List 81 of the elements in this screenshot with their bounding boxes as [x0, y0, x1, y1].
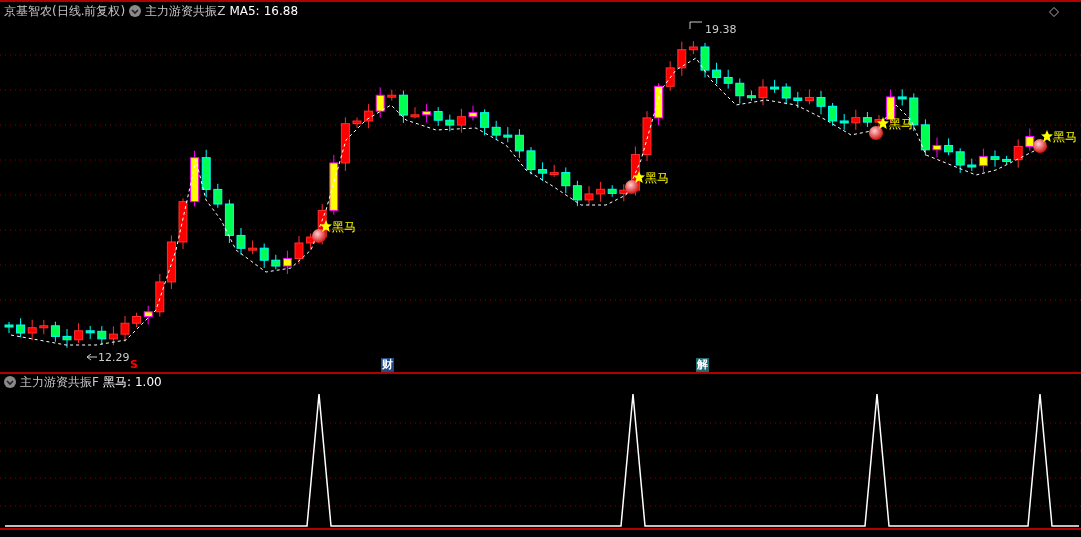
star-icon [877, 117, 889, 129]
candlestick [433, 106, 443, 127]
candlestick [236, 227, 246, 256]
ma-label: MA5: [229, 3, 260, 20]
candlestick [932, 137, 942, 159]
candlestick [480, 108, 490, 136]
ma-value: 16.88 [263, 3, 299, 20]
candlestick [572, 180, 582, 207]
candlestick [561, 166, 571, 194]
diamond-icon[interactable] [1049, 7, 1059, 17]
candlestick [828, 102, 838, 127]
candlestick [143, 305, 153, 325]
sphere-icon [1033, 139, 1047, 153]
candlestick [329, 154, 339, 216]
candlestick [97, 325, 107, 346]
candlestick [155, 273, 165, 318]
candlestick [712, 62, 722, 85]
candlestick [944, 137, 954, 156]
candlestick [120, 315, 130, 343]
signal-label: 黑马 [1053, 129, 1077, 146]
signal-label: 黑马 [332, 219, 356, 236]
event-marker[interactable]: 财 [381, 358, 394, 372]
candlestick [294, 235, 304, 265]
sphere-icon [625, 180, 639, 194]
candlestick [955, 147, 965, 174]
candlestick [491, 120, 501, 141]
candlestick [665, 60, 675, 92]
candlestick [526, 146, 536, 175]
sphere-icon [869, 126, 883, 140]
candlestick [132, 312, 142, 328]
candlestick [39, 319, 49, 335]
candlestick [700, 42, 710, 78]
signal-label: 黑马 [645, 170, 669, 187]
sphere-icon [312, 229, 326, 243]
candlestick [642, 110, 652, 162]
sub-value-label: 黑马: [102, 374, 131, 391]
candlestick [50, 321, 60, 343]
candlestick [816, 90, 826, 115]
candlestick [422, 103, 432, 124]
sub-value: 1.00 [134, 374, 162, 391]
low-price-label: 12.29 [98, 350, 130, 366]
candlestick [468, 105, 478, 121]
candlestick [62, 328, 72, 349]
candlestick [16, 317, 26, 338]
indicator-name: 主力游资共振Z [145, 3, 226, 20]
dropdown-icon[interactable] [4, 376, 16, 388]
candlestick [190, 150, 200, 207]
low-arrow-icon [86, 353, 98, 361]
candlestick [920, 118, 930, 157]
candlestick [758, 78, 768, 106]
candlestick [1025, 128, 1035, 152]
star-icon [633, 171, 645, 183]
candlestick [166, 234, 176, 290]
dropdown-icon[interactable] [129, 5, 142, 17]
candlestick [990, 149, 1000, 168]
event-marker[interactable]: S [129, 358, 139, 372]
high-price-label: 19.38 [705, 22, 737, 38]
candlestick [340, 116, 350, 172]
candlestick [375, 86, 385, 119]
candlestick [352, 116, 362, 129]
candlestick [364, 103, 374, 129]
candlestick [723, 69, 733, 90]
stock-title: 京基智农(日线.前复权) [4, 3, 126, 20]
candlestick [851, 109, 861, 131]
candlestick [584, 185, 594, 207]
candlestick [804, 88, 814, 105]
candlestick [410, 106, 420, 119]
sub-indicator-name: 主力游资共振F [20, 374, 99, 391]
candlestick [4, 321, 14, 334]
candlestick [201, 149, 211, 198]
star-icon [1041, 130, 1053, 142]
candlestick [862, 111, 872, 128]
candlestick [839, 113, 849, 131]
candlestick [793, 91, 803, 109]
candlestick [27, 319, 37, 341]
star-icon [320, 220, 332, 232]
event-marker[interactable]: 解 [696, 358, 709, 372]
high-marker-line [689, 21, 703, 30]
candlestick [178, 197, 188, 250]
candlestick [108, 325, 118, 346]
candlestick [654, 82, 664, 126]
